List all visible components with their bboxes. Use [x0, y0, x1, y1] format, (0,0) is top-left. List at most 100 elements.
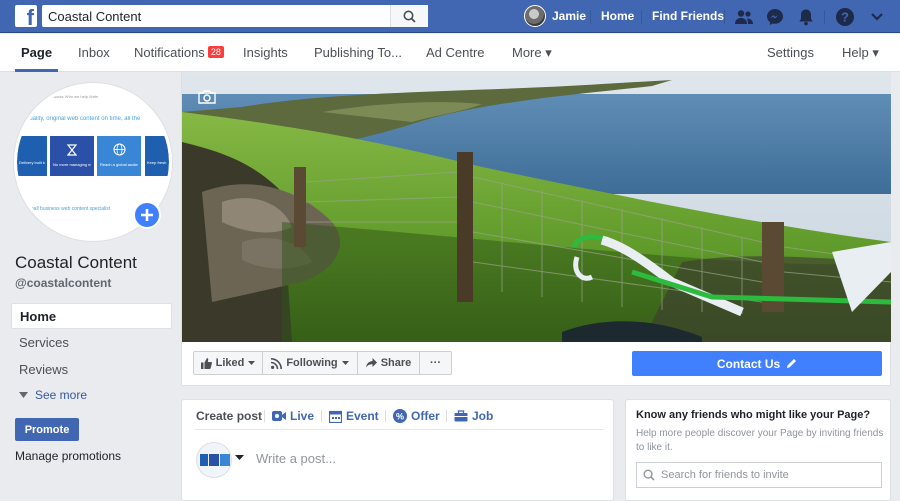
tab-ad-centre[interactable]: Ad Centre: [426, 34, 485, 72]
tab-page[interactable]: Page: [14, 34, 59, 72]
live-video-icon: [272, 411, 286, 421]
manage-promotions-link[interactable]: Manage promotions: [15, 449, 121, 463]
tab-event-label: Event: [346, 409, 379, 423]
sidebar-item-services[interactable]: Services: [11, 330, 172, 356]
rss-icon: [271, 357, 283, 369]
tile-text: Reach a global audience with ease: [100, 162, 138, 167]
settings-link[interactable]: Settings: [767, 34, 814, 72]
tab-job-label: Job: [472, 409, 494, 423]
search-icon: [643, 469, 655, 481]
tile-text: Keep fresh: [147, 160, 167, 165]
facebook-logo-icon[interactable]: f: [15, 5, 37, 29]
pencil-icon: [787, 359, 797, 368]
tab-inbox[interactable]: Inbox: [78, 34, 110, 72]
help-menu[interactable]: Help ▾: [842, 34, 879, 72]
update-profile-picture-button[interactable]: [133, 201, 161, 229]
messenger-icon[interactable]: [764, 6, 786, 28]
promote-button[interactable]: Promote: [15, 418, 79, 441]
profile-picture-tile: Delivery built to: [17, 136, 47, 176]
notifications-bell-icon[interactable]: [795, 6, 817, 28]
thumbs-up-icon: [200, 357, 212, 369]
caret-down-icon: [19, 392, 28, 398]
cover-photo[interactable]: [182, 72, 891, 342]
tab-more[interactable]: More ▾: [512, 34, 552, 72]
tile-text: No more managing multiple writers: [53, 162, 91, 167]
tile-text: Delivery built to: [19, 160, 45, 165]
profile-picture-tagline: ...quality, original web content on time…: [21, 116, 141, 122]
share-arrow-icon: [365, 358, 377, 368]
camera-icon[interactable]: [198, 90, 216, 104]
cover-photo-image: [182, 72, 891, 342]
liked-label: Liked: [215, 357, 245, 369]
more-dots-icon: ···: [430, 357, 441, 369]
divider: [641, 10, 642, 24]
divider: [824, 10, 825, 24]
caret-down-icon: [248, 361, 256, 365]
sidebar-item-reviews[interactable]: Reviews: [11, 357, 172, 383]
tab-event[interactable]: Event: [329, 408, 379, 424]
tab-offer[interactable]: % Offer: [393, 408, 440, 424]
divider: [385, 410, 386, 422]
page-admin-nav: Page Inbox Notifications 28 Insights Publ…: [0, 34, 900, 72]
page-username[interactable]: @coastalcontent: [15, 276, 111, 290]
profile-link[interactable]: Jamie: [524, 5, 586, 27]
write-post-input[interactable]: [256, 448, 596, 468]
friend-requests-icon[interactable]: [733, 6, 755, 28]
caret-down-icon: [341, 361, 349, 365]
hourglass-icon: [67, 144, 77, 156]
search-box: [42, 5, 428, 27]
search-icon: [403, 10, 416, 23]
tab-create-post[interactable]: Create post: [196, 408, 262, 424]
search-input[interactable]: [42, 5, 390, 27]
plus-icon: [141, 209, 153, 221]
profile-picture-tile: No more managing multiple writers: [50, 136, 94, 176]
following-button[interactable]: Following: [262, 351, 358, 375]
see-more-label: See more: [35, 388, 88, 402]
divider: [446, 410, 447, 422]
invite-friends-card: Know any friends who might like your Pag…: [625, 399, 891, 501]
svg-text:%: %: [396, 412, 404, 422]
page-title: Coastal Content: [15, 253, 137, 272]
avatar-tile: [220, 454, 230, 466]
tab-insights[interactable]: Insights: [243, 34, 288, 72]
divider: [724, 10, 725, 24]
top-navigation-bar: f Jamie Home Find Friends ?: [0, 0, 900, 33]
share-button[interactable]: Share: [357, 351, 420, 375]
tab-notifications[interactable]: Notifications 28: [134, 34, 224, 72]
invite-search-box: [636, 462, 882, 488]
home-link[interactable]: Home: [601, 0, 634, 32]
search-button[interactable]: [390, 5, 428, 27]
left-column: Fresh quality How it works Who we help W…: [0, 72, 180, 501]
share-label: Share: [380, 357, 412, 369]
calendar-icon: [329, 410, 342, 423]
avatar-tile: [200, 454, 208, 466]
tab-job[interactable]: Job: [454, 408, 493, 424]
tab-notifications-label: Notifications: [134, 45, 205, 60]
sidebar-item-home[interactable]: Home: [11, 303, 172, 329]
find-friends-link[interactable]: Find Friends: [652, 0, 724, 32]
contact-us-label: Contact Us: [716, 356, 781, 371]
offer-percent-icon: %: [393, 409, 407, 423]
caret-down-icon[interactable]: [235, 455, 244, 460]
cover-card: Liked Following Share ··· Contact Us: [181, 72, 891, 386]
divider: [264, 410, 265, 422]
invite-search-input[interactable]: [661, 469, 871, 481]
avatar-tile: [209, 454, 219, 466]
following-label: Following: [286, 357, 338, 369]
user-name: Jamie: [552, 9, 587, 23]
tab-live[interactable]: Live: [272, 408, 314, 424]
page-avatar[interactable]: [196, 442, 232, 478]
tab-publishing-tools[interactable]: Publishing To...: [314, 34, 402, 72]
divider: [195, 429, 603, 430]
liked-button[interactable]: Liked: [193, 351, 263, 375]
see-more-link[interactable]: See more: [19, 388, 87, 402]
contact-us-button[interactable]: Contact Us: [632, 351, 882, 376]
tab-live-label: Live: [290, 409, 315, 423]
divider: [321, 410, 322, 422]
invite-description: Help more people discover your Page by i…: [636, 428, 884, 453]
globe-icon: [113, 143, 126, 156]
more-actions-button[interactable]: ···: [419, 351, 452, 375]
help-icon[interactable]: ?: [834, 6, 856, 28]
account-menu-caret-icon[interactable]: [866, 6, 888, 28]
divider: [590, 10, 591, 24]
